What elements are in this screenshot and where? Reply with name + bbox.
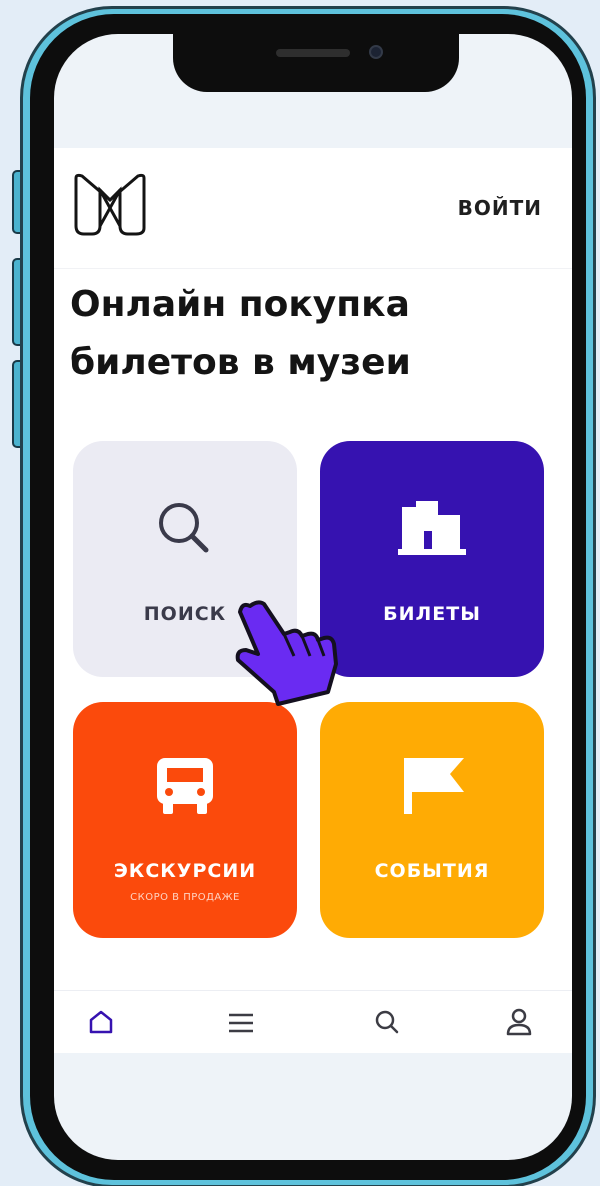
login-button[interactable]: ВОЙТИ	[458, 196, 542, 220]
bus-icon	[157, 758, 213, 814]
flag-icon	[404, 758, 464, 814]
search-icon	[375, 1010, 399, 1034]
events-tile-label: СОБЫТИЯ	[374, 860, 490, 882]
home-icon	[89, 1010, 113, 1034]
museum-buildings-icon	[398, 501, 466, 555]
bottom-nav	[54, 990, 572, 1053]
nav-profile[interactable]	[502, 1005, 536, 1039]
pointer-hand-cursor	[235, 600, 338, 706]
events-tile[interactable]: СОБЫТИЯ	[320, 702, 544, 938]
excursions-tile-label: ЭКСКУРСИИ	[113, 860, 257, 882]
speaker-grille	[276, 49, 350, 57]
header-divider	[54, 268, 572, 269]
museum-logo[interactable]	[70, 172, 152, 238]
phone-notch	[173, 34, 459, 92]
menu-icon	[229, 1013, 253, 1033]
phone-mockup: ВОЙТИ Онлайн покупка билетов в музеи ПОИ…	[0, 0, 600, 1186]
page-title: Онлайн покупка билетов в музеи	[70, 284, 411, 383]
nav-home[interactable]	[84, 1005, 118, 1039]
excursions-coming-soon: СКОРО В ПРОДАЖЕ	[130, 892, 240, 903]
front-camera	[369, 45, 383, 59]
nav-menu[interactable]	[224, 1005, 258, 1039]
search-icon	[159, 503, 209, 553]
profile-icon	[506, 1008, 532, 1036]
tickets-tile-label: БИЛЕТЫ	[383, 603, 481, 625]
tickets-tile[interactable]: БИЛЕТЫ	[320, 441, 544, 677]
nav-search[interactable]	[370, 1005, 404, 1039]
excursions-tile[interactable]: ЭКСКУРСИИ СКОРО В ПРОДАЖЕ	[73, 702, 297, 938]
